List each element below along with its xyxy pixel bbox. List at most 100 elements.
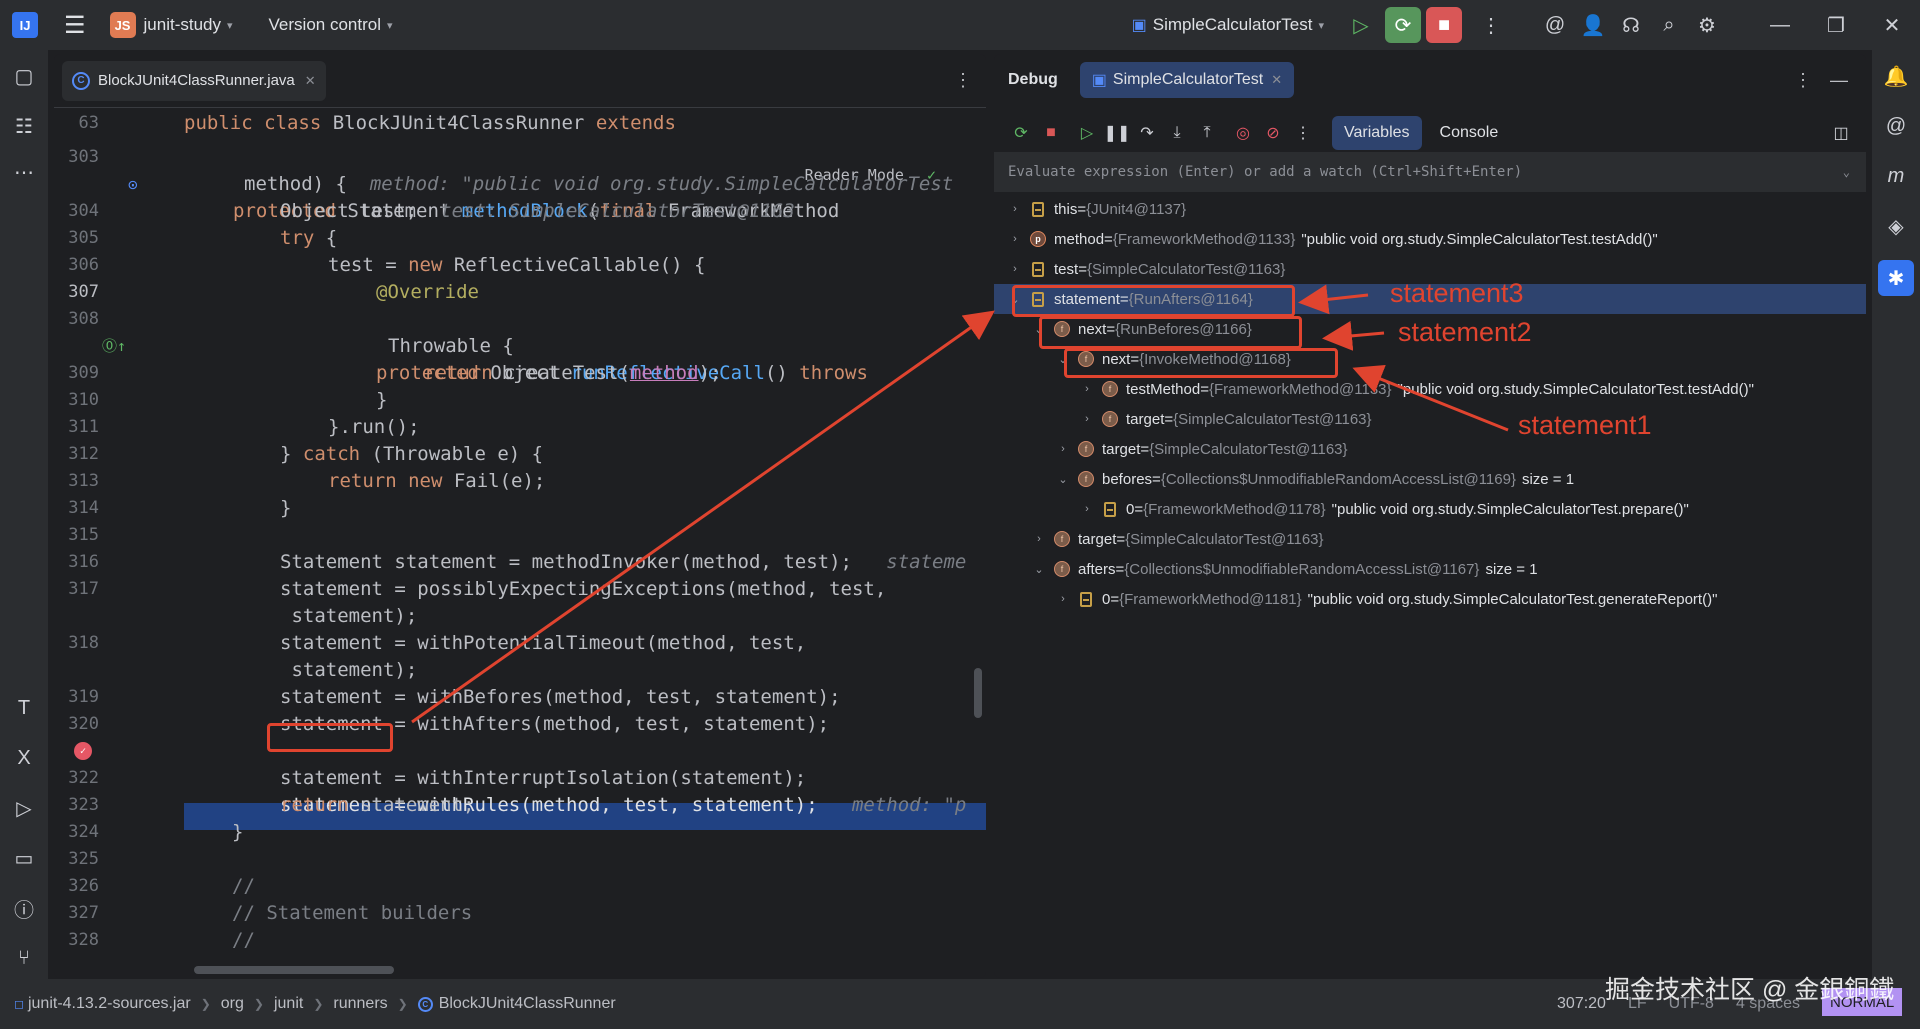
file-tab[interactable]: C BlockJUnit4ClassRunner.java ✕ bbox=[62, 60, 326, 101]
mute-breakpoints-icon[interactable]: ⊘ bbox=[1258, 118, 1288, 148]
variable-row[interactable]: › test = {SimpleCalculatorTest@1163} bbox=[994, 254, 1866, 284]
services-icon[interactable]: ▷ bbox=[8, 792, 40, 824]
variable-row[interactable]: › f testMethod = {FrameworkMethod@1133} "pu… bbox=[994, 374, 1866, 404]
variable-name: next bbox=[1078, 320, 1107, 338]
database-icon[interactable]: ◈ bbox=[1880, 210, 1912, 242]
add-user-icon[interactable]: 👤 bbox=[1574, 6, 1612, 44]
more-tools-icon[interactable]: ⋯ bbox=[8, 156, 40, 188]
chevron-down-icon[interactable]: ⌄ bbox=[1032, 563, 1046, 576]
variable-type: {SimpleCalculatorTest@1163} bbox=[1149, 440, 1348, 458]
code-line: 303 ⊙ protected Statement methodBlock(fi… bbox=[68, 147, 840, 222]
main-menu-icon[interactable]: ☰ bbox=[64, 11, 86, 40]
problems-icon[interactable]: ⓘ bbox=[8, 892, 40, 924]
breadcrumb-item[interactable]: junit bbox=[274, 995, 303, 1013]
app-logo-icon[interactable]: IJ bbox=[12, 12, 38, 38]
code-line: 317 statement = possiblyExpectingExceptio… bbox=[68, 578, 887, 600]
variable-row[interactable]: ⌄ statement = {RunAfters@1164} bbox=[994, 284, 1866, 314]
variable-row[interactable]: › f target = {SimpleCalculatorTest@1163} bbox=[994, 434, 1866, 464]
hammer-icon[interactable]: T bbox=[8, 692, 40, 724]
stop-icon[interactable]: ■ bbox=[1426, 7, 1462, 43]
breakpoint-icon[interactable]: ✓ bbox=[74, 742, 92, 760]
close-tab-icon[interactable]: ✕ bbox=[305, 73, 316, 89]
variable-row[interactable]: › 0 = {FrameworkMethod@1181} "public void … bbox=[994, 584, 1866, 614]
breadcrumb-item[interactable]: org bbox=[221, 995, 244, 1013]
terminal-icon[interactable]: ▭ bbox=[8, 842, 40, 874]
project-selector[interactable]: JS junit-study ▾ bbox=[109, 12, 233, 38]
step-over-icon[interactable]: ↷ bbox=[1132, 118, 1162, 148]
rerun-icon[interactable]: ⟳ bbox=[1006, 118, 1036, 148]
breadcrumb-item[interactable]: BlockJUnit4ClassRunner bbox=[439, 995, 616, 1013]
resume-icon[interactable]: ▷ bbox=[1072, 118, 1102, 148]
chevron-right-icon[interactable]: › bbox=[1032, 533, 1046, 545]
excel-icon[interactable]: X bbox=[8, 742, 40, 774]
chevron-right-icon[interactable]: › bbox=[1008, 203, 1022, 215]
maven-icon[interactable]: m bbox=[1880, 160, 1912, 192]
chevron-right-icon[interactable]: › bbox=[1080, 383, 1094, 395]
chevron-down-icon[interactable]: ⌄ bbox=[1032, 323, 1046, 336]
minimize-icon[interactable]: — bbox=[1752, 6, 1808, 44]
pause-icon[interactable]: ❚❚ bbox=[1102, 118, 1132, 148]
more-icon[interactable]: ⋮ bbox=[1472, 6, 1510, 44]
structure-icon[interactable]: ☷ bbox=[8, 110, 40, 142]
chevron-right-icon[interactable]: › bbox=[1080, 413, 1094, 425]
variable-row[interactable]: ⌄ f next = {RunBefores@1166} bbox=[994, 314, 1866, 344]
run-icon[interactable]: ▷ bbox=[1342, 6, 1380, 44]
close-session-icon[interactable]: ✕ bbox=[1271, 72, 1282, 88]
watermark: 掘金技术社区 @ 金銀銅鐵 bbox=[1605, 976, 1895, 1004]
debug-rerun-icon[interactable]: ⟳ bbox=[1385, 7, 1421, 43]
debug-session-tab[interactable]: ▣ SimpleCalculatorTest ✕ bbox=[1079, 62, 1295, 98]
settings-gear-icon[interactable]: ⚙ bbox=[1688, 6, 1726, 44]
step-into-icon[interactable]: ⤓ bbox=[1162, 118, 1192, 148]
evaluate-expression-input[interactable]: Evaluate expression (Enter) or add a wat… bbox=[994, 152, 1866, 192]
debug-title: Debug bbox=[1008, 71, 1058, 88]
search-icon[interactable]: ⌕ bbox=[1650, 6, 1688, 44]
chevron-right-icon[interactable]: › bbox=[1056, 443, 1070, 455]
chevron-right-icon[interactable]: › bbox=[1008, 233, 1022, 245]
variable-row[interactable]: ⌄ f next = {InvokeMethod@1168} bbox=[994, 344, 1866, 374]
view-breakpoints-icon[interactable]: ◎ bbox=[1228, 118, 1258, 148]
more-actions-icon[interactable]: ⋮ bbox=[1288, 118, 1318, 148]
step-out-icon[interactable]: ⤒ bbox=[1192, 118, 1222, 148]
restore-icon[interactable]: ❐ bbox=[1808, 6, 1864, 44]
folder-icon[interactable]: ▢ bbox=[8, 60, 40, 92]
code-with-me-icon[interactable]: ☊ bbox=[1612, 6, 1650, 44]
git-icon[interactable]: ⑂ bbox=[8, 942, 40, 974]
variable-row[interactable]: ⌄ f afters = {Collections$UnmodifiableRand… bbox=[994, 554, 1866, 584]
variable-row[interactable]: › 0 = {FrameworkMethod@1178} "public void … bbox=[994, 494, 1866, 524]
code-line: 306 test = new ReflectiveCallable() { bbox=[68, 254, 706, 276]
ai-assistant-icon[interactable]: @ bbox=[1536, 6, 1574, 44]
run-config-selector[interactable]: ▣ SimpleCalculatorTest ▾ bbox=[1132, 15, 1324, 35]
debug-bug-icon[interactable]: ✱ bbox=[1878, 260, 1914, 296]
ai-chat-icon[interactable]: @ bbox=[1880, 110, 1912, 142]
hide-panel-icon[interactable]: — bbox=[1830, 70, 1848, 91]
variable-value: "public void org.study.SimpleCalculatorT… bbox=[1331, 500, 1689, 518]
variable-row[interactable]: › p method = {FrameworkMethod@1133} "public… bbox=[994, 224, 1866, 254]
breadcrumb-item[interactable]: runners bbox=[333, 995, 387, 1013]
expand-eval-icon[interactable]: ⌄ bbox=[1843, 165, 1850, 179]
vertical-scrollbar[interactable] bbox=[974, 668, 982, 718]
notifications-icon[interactable]: 🔔 bbox=[1880, 60, 1912, 92]
code-area[interactable]: 63 public class BlockJUnit4ClassRunner ex… bbox=[54, 108, 986, 978]
session-tab-label: SimpleCalculatorTest bbox=[1112, 71, 1264, 88]
tab-console[interactable]: Console bbox=[1428, 116, 1511, 150]
close-icon[interactable]: ✕ bbox=[1864, 6, 1920, 44]
chevron-down-icon[interactable]: ⌄ bbox=[1056, 353, 1070, 366]
variable-row[interactable]: ⌄ f befores = {Collections$UnmodifiableRan… bbox=[994, 464, 1866, 494]
chevron-right-icon[interactable]: › bbox=[1080, 503, 1094, 515]
chevron-right-icon[interactable]: › bbox=[1008, 263, 1022, 275]
cursor-position[interactable]: 307:20 bbox=[1557, 995, 1606, 1013]
chevron-down-icon[interactable]: ⌄ bbox=[1056, 473, 1070, 486]
tab-options-icon[interactable]: ⋮ bbox=[954, 70, 972, 91]
breadcrumb-item[interactable]: junit-4.13.2-sources.jar bbox=[28, 995, 191, 1013]
chevron-right-icon[interactable]: › bbox=[1056, 593, 1070, 605]
tab-variables[interactable]: Variables bbox=[1332, 116, 1422, 150]
version-control-menu[interactable]: Version control ▾ bbox=[269, 15, 393, 35]
variable-row[interactable]: › f target = {SimpleCalculatorTest@1163} bbox=[994, 524, 1866, 554]
chevron-down-icon[interactable]: ⌄ bbox=[1008, 293, 1022, 306]
horizontal-scrollbar[interactable] bbox=[194, 966, 394, 974]
debug-options-icon[interactable]: ⋮ bbox=[1794, 70, 1812, 91]
layout-icon[interactable]: ◫ bbox=[1826, 118, 1856, 148]
variable-row[interactable]: › this = {JUnit4@1137} bbox=[994, 194, 1866, 224]
variable-row[interactable]: › f target = {SimpleCalculatorTest@1163} bbox=[994, 404, 1866, 434]
stop-icon[interactable]: ■ bbox=[1036, 118, 1066, 148]
